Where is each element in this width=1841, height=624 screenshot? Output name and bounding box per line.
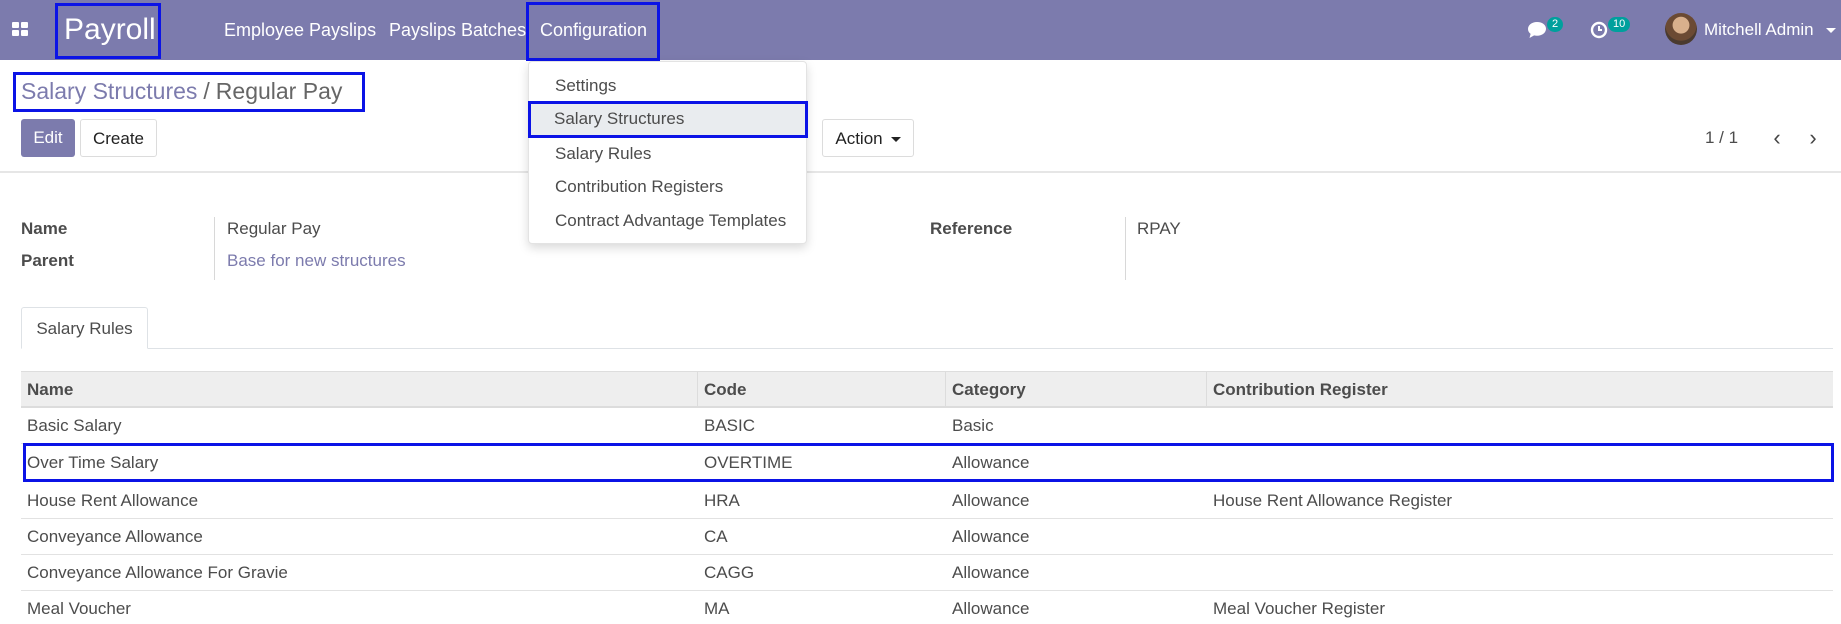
table-header: Name Code Category Contribution Register: [21, 371, 1833, 408]
cell-code: MA: [704, 599, 730, 618]
user-avatar[interactable]: [1665, 13, 1697, 45]
cell-category: Allowance: [952, 527, 1030, 546]
parent-link[interactable]: Base for new structures: [227, 251, 406, 271]
messages-button[interactable]: 2: [1525, 0, 1565, 60]
action-button[interactable]: Action: [822, 119, 914, 157]
cell-category: Allowance: [952, 491, 1030, 510]
configuration-dropdown-menu: Settings Salary Structures Salary Rules …: [528, 61, 808, 244]
cell-contribution-register: [1207, 555, 1213, 590]
cell-code: HRA: [704, 491, 740, 510]
table-row[interactable]: Over Time Salary OVERTIME Allowance: [23, 443, 1834, 482]
pager-previous-icon[interactable]: ‹: [1765, 119, 1789, 157]
cell-name: Over Time Salary: [27, 453, 159, 472]
menu-item-contribution-registers[interactable]: Contribution Registers: [529, 170, 808, 203]
cell-category: Basic: [952, 416, 994, 435]
parent-label: Parent: [21, 251, 74, 270]
pager-next-icon[interactable]: ›: [1801, 119, 1825, 157]
chevron-down-icon: [1826, 28, 1837, 34]
create-button[interactable]: Create: [80, 119, 157, 157]
cell-contribution-register: [1207, 408, 1213, 443]
chat-icon: [1528, 22, 1546, 38]
cell-contribution-register: House Rent Allowance Register: [1213, 491, 1453, 510]
tab-salary-rules[interactable]: Salary Rules: [21, 307, 148, 349]
table-row[interactable]: Conveyance Allowance CA Allowance: [21, 519, 1833, 555]
cell-category: Allowance: [952, 599, 1030, 618]
user-menu[interactable]: Mitchell Admin: [1704, 0, 1837, 60]
table-row[interactable]: House Rent Allowance HRA Allowance House…: [21, 483, 1833, 519]
cell-code: OVERTIME: [704, 453, 793, 472]
table-row[interactable]: Basic Salary BASIC Basic: [21, 408, 1833, 444]
reference-value: RPAY: [1137, 219, 1181, 238]
user-name: Mitchell Admin: [1704, 20, 1814, 39]
cell-name: House Rent Allowance: [27, 491, 199, 510]
activities-button[interactable]: 10: [1588, 0, 1638, 60]
messages-count-badge: 2: [1547, 17, 1564, 32]
cell-code: CAGG: [704, 563, 755, 582]
column-header-name[interactable]: Name: [21, 372, 698, 407]
control-panel-divider: [0, 171, 1841, 173]
cell-contribution-register: Meal Voucher Register: [1213, 599, 1385, 618]
apps-grid-icon[interactable]: [12, 22, 30, 38]
field-divider: [1125, 217, 1126, 280]
cell-name: Meal Voucher: [27, 599, 131, 618]
cell-contribution-register: [1207, 445, 1213, 480]
app-name[interactable]: Payroll: [55, 3, 161, 59]
menu-configuration[interactable]: Configuration: [525, 2, 661, 61]
menu-item-settings[interactable]: Settings: [529, 69, 808, 102]
menu-item-salary-structures[interactable]: Salary Structures: [528, 101, 808, 138]
cell-name: Conveyance Allowance For Gravie: [27, 563, 288, 582]
cell-code: BASIC: [704, 416, 756, 435]
cell-code: CA: [704, 527, 728, 546]
activities-count-badge: 10: [1608, 17, 1631, 32]
breadcrumb-current: Regular Pay: [215, 78, 343, 104]
menu-item-contract-advantage-templates[interactable]: Contract Advantage Templates: [529, 204, 808, 237]
cell-name: Conveyance Allowance: [27, 527, 203, 546]
action-label: Action: [835, 129, 883, 148]
field-divider: [214, 217, 215, 280]
edit-button[interactable]: Edit: [21, 119, 75, 157]
top-navbar: Payroll Employee Payslips Payslips Batch…: [0, 0, 1841, 61]
menu-item-salary-rules[interactable]: Salary Rules: [529, 137, 808, 170]
cell-category: Allowance: [952, 563, 1030, 582]
tabs-baseline: [21, 348, 1833, 349]
column-header-code[interactable]: Code: [698, 372, 946, 407]
cell-category: Allowance: [952, 453, 1030, 472]
cell-contribution-register: [1207, 519, 1213, 554]
cell-name: Basic Salary: [27, 416, 122, 435]
menu-payslips-batches[interactable]: Payslips Batches: [389, 0, 526, 60]
name-value: Regular Pay: [227, 219, 321, 238]
breadcrumb-separator: /: [203, 78, 210, 104]
reference-label: Reference: [930, 219, 1013, 238]
breadcrumb: Salary Structures / Regular Pay: [13, 72, 365, 112]
column-header-contribution-register[interactable]: Contribution Register: [1207, 372, 1833, 407]
clock-icon: [1590, 21, 1608, 39]
column-header-category[interactable]: Category: [946, 372, 1207, 407]
menu-employee-payslips[interactable]: Employee Payslips: [224, 0, 376, 60]
table-row[interactable]: Meal Voucher MA Allowance Meal Voucher R…: [21, 591, 1833, 624]
pager-value[interactable]: 1 / 1: [1705, 119, 1738, 157]
chevron-down-icon: [890, 137, 901, 143]
table-row[interactable]: Conveyance Allowance For Gravie CAGG All…: [21, 555, 1833, 591]
breadcrumb-link-salary-structures[interactable]: Salary Structures: [21, 78, 197, 104]
name-label: Name: [21, 219, 68, 238]
